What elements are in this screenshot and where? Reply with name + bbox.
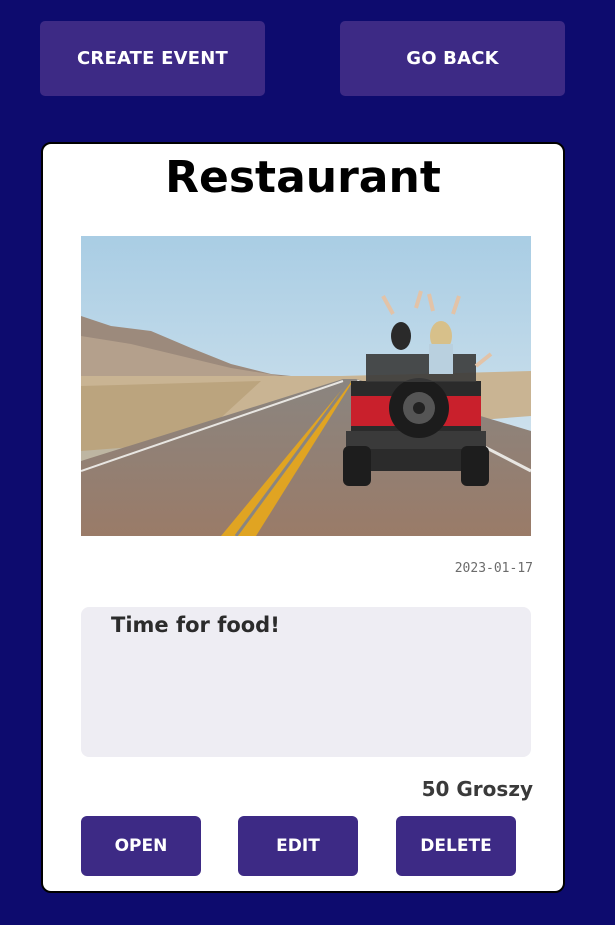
edit-button[interactable]: EDIT — [238, 816, 358, 876]
event-description-box: Time for food! — [81, 607, 531, 757]
go-back-button[interactable]: GO BACK — [340, 21, 565, 96]
event-price: 50 Groszy — [421, 777, 533, 801]
event-title: Restaurant — [165, 152, 441, 203]
top-toolbar: CREATE EVENT GO BACK — [0, 0, 615, 120]
open-button[interactable]: OPEN — [81, 816, 201, 876]
event-photo — [81, 236, 531, 536]
delete-button[interactable]: DELETE — [396, 816, 516, 876]
event-description: Time for food! — [111, 613, 280, 637]
event-card: Restaurant 2023-01-17 Time for food! 50 … — [41, 142, 565, 893]
event-date: 2023-01-17 — [454, 561, 533, 576]
create-event-button[interactable]: CREATE EVENT — [40, 21, 265, 96]
